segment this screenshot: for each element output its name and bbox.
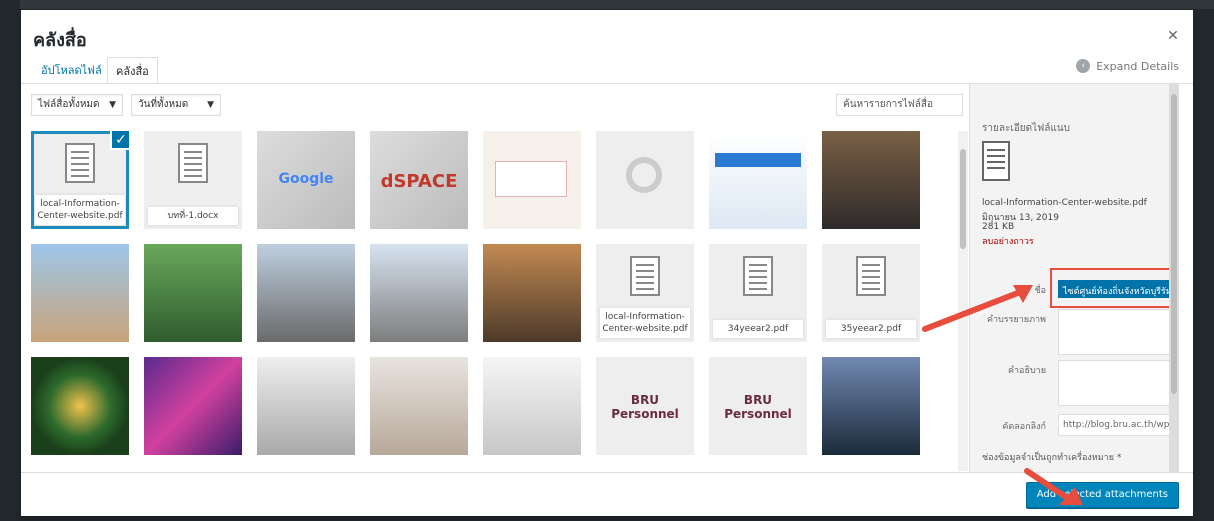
grid-scroll-thumb[interactable] — [960, 149, 966, 249]
bru-personnel-text: BRU Personnel — [611, 393, 679, 421]
details-size: 281 KB — [982, 222, 1015, 232]
attachment-tile[interactable]: Google — [257, 131, 355, 229]
attachment-tile[interactable]: BRU Personnel — [709, 357, 807, 455]
description-label: คำอธิบาย — [1007, 366, 1046, 376]
document-icon — [856, 256, 886, 296]
attachment-filename: 35yeear2.pdf — [826, 320, 916, 338]
check-icon[interactable]: ✓ — [110, 131, 129, 150]
attachments-grid: local-Information-Center-website.pdf ✓ บ… — [31, 131, 968, 471]
attachment-tile[interactable]: บทที่-1.docx — [144, 131, 242, 229]
attachment-tile[interactable] — [257, 357, 355, 455]
tab-library[interactable]: คลังสื่อ — [107, 57, 158, 84]
attachment-filename: local-Information-Center-website.pdf — [35, 195, 125, 225]
required-fields-note: ช่องข้อมูลจำเป็นถูกทำเครื่องหมาย * — [982, 453, 1122, 463]
attachment-tile[interactable] — [596, 131, 694, 229]
attachment-tile[interactable] — [822, 131, 920, 229]
google-logo-text: Google — [278, 171, 334, 187]
attachment-tile[interactable] — [709, 131, 807, 229]
search-input[interactable]: ค้นหารายการไฟล์สื่อ — [836, 94, 963, 116]
document-icon — [982, 141, 1010, 181]
details-scrollbar[interactable] — [1169, 84, 1179, 472]
wp-admin-bar — [0, 0, 1214, 9]
attachment-tile[interactable] — [31, 244, 129, 342]
bru-personnel-text: BRU Personnel — [724, 393, 792, 421]
title-highlight-box — [1050, 268, 1174, 308]
attachment-tile[interactable]: dSPACE — [370, 131, 468, 229]
attachment-tile[interactable] — [144, 357, 242, 455]
caption-textarea[interactable] — [1058, 309, 1179, 355]
dropdown-arrow-icon: ▼ — [109, 100, 116, 110]
attachment-filename: บทที่-1.docx — [148, 207, 238, 225]
document-icon — [630, 256, 660, 296]
document-icon — [65, 143, 95, 183]
attachment-tile[interactable] — [31, 357, 129, 455]
expand-details-label: Expand Details — [1096, 59, 1179, 73]
close-button[interactable]: ✕ — [1165, 28, 1181, 44]
wp-admin-menu — [0, 0, 20, 521]
url-input[interactable]: http://blog.bru.ac.th/wp-co — [1058, 414, 1179, 436]
attachment-tile[interactable] — [483, 357, 581, 455]
filter-date-select[interactable]: วันที่ทั้งหมด ▼ — [131, 94, 221, 116]
tab-upload[interactable]: อัปโหลดไฟล์ — [33, 57, 110, 84]
search-icon — [626, 157, 662, 193]
attachment-filename: 34yeear2.pdf — [713, 320, 803, 338]
modal-footer: Add selected attachments — [21, 472, 1193, 516]
modal-title: คลังสื่อ — [33, 30, 87, 51]
screenshot-preview — [715, 153, 801, 167]
filter-date-value: วันที่ทั้งหมด — [138, 99, 189, 110]
details-scroll-thumb[interactable] — [1171, 94, 1177, 394]
attachment-tile[interactable]: 35yeear2.pdf — [822, 244, 920, 342]
attachment-tile[interactable]: local-Information-Center-website.pdf ✓ — [31, 131, 129, 229]
attachment-tile[interactable]: 34yeear2.pdf — [709, 244, 807, 342]
description-textarea[interactable] — [1058, 360, 1179, 406]
document-preview — [495, 161, 567, 197]
modal-tabs: อัปโหลดไฟล์ คลังสื่อ — [21, 57, 981, 84]
details-heading: รายละเอียดไฟล์แนบ — [982, 123, 1070, 134]
document-icon — [743, 256, 773, 296]
attachment-tile[interactable]: local-Information-Center-website.pdf — [596, 244, 694, 342]
annotation-arrow — [1024, 468, 1083, 505]
media-modal: คลังสื่อ ✕ อัปโหลดไฟล์ คลังสื่อ ‹ Expand… — [21, 10, 1193, 516]
attachment-tile[interactable] — [483, 131, 581, 229]
expand-details-link[interactable]: ‹ Expand Details — [1076, 59, 1179, 73]
attachment-filename: local-Information-Center-website.pdf — [600, 308, 690, 338]
attachment-tile[interactable] — [370, 244, 468, 342]
filter-type-select[interactable]: ไฟล์สื่อทั้งหมด ▼ — [31, 94, 123, 116]
attachment-tile[interactable] — [370, 357, 468, 455]
details-filename: local-Information-Center-website.pdf — [982, 198, 1147, 208]
document-icon — [178, 143, 208, 183]
delete-permanently-link[interactable]: ลบอย่างถาวร — [982, 234, 1034, 248]
attachment-tile[interactable]: BRU Personnel — [596, 357, 694, 455]
attachment-tile[interactable] — [257, 244, 355, 342]
attachment-tile[interactable] — [144, 244, 242, 342]
dropdown-arrow-icon: ▼ — [207, 100, 214, 110]
chevron-left-icon: ‹ — [1076, 59, 1091, 73]
dspace-logo-text: dSPACE — [380, 171, 458, 192]
attachment-tile[interactable] — [483, 244, 581, 342]
url-label: คัดลอกลิงก์ — [1002, 422, 1046, 432]
annotation-arrow — [922, 285, 1033, 332]
filter-type-value: ไฟล์สื่อทั้งหมด — [38, 99, 100, 110]
attachment-tile[interactable] — [822, 357, 920, 455]
